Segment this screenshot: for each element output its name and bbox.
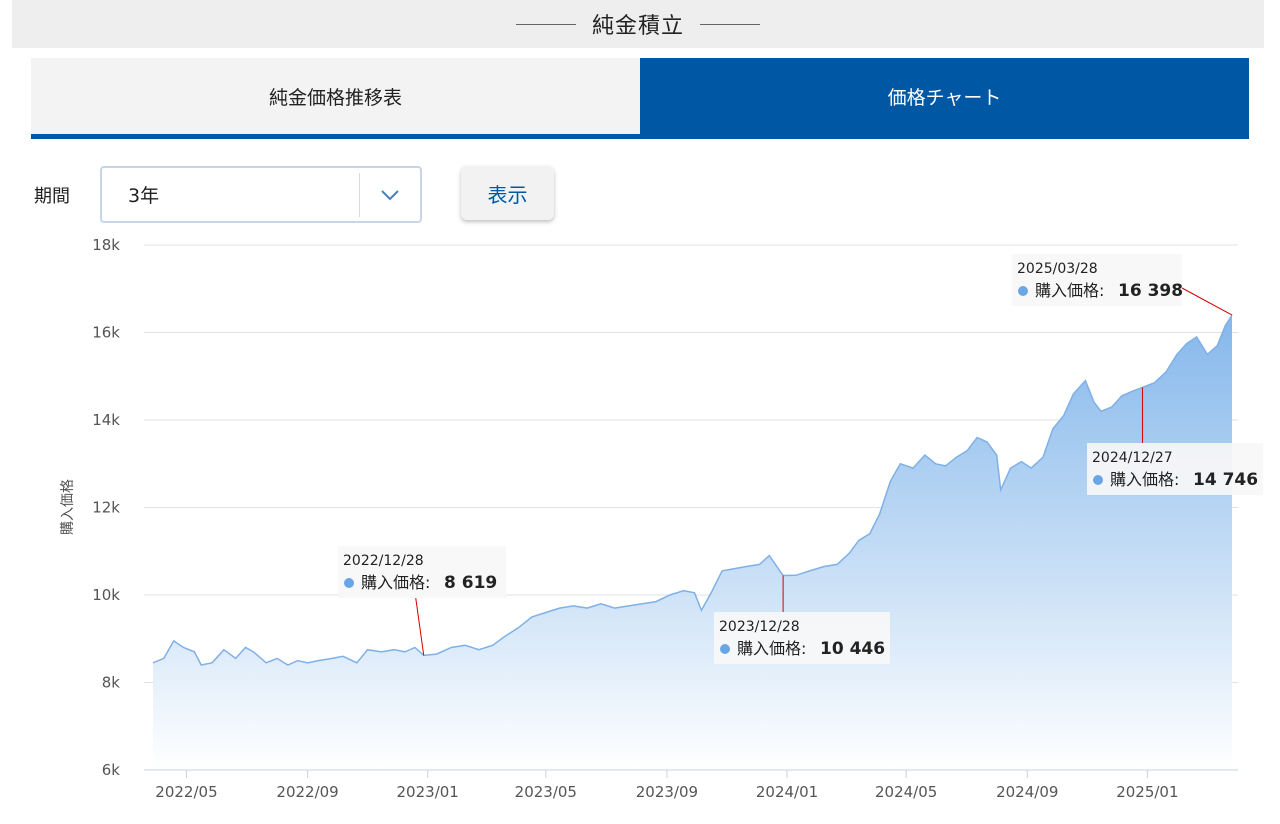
y-tick-label: 14k <box>92 411 120 429</box>
x-tick-label: 2022/09 <box>276 783 338 801</box>
y-tick-label: 10k <box>92 586 120 604</box>
tooltip: 2022/12/28 購入価格: 8 619 <box>338 546 506 656</box>
x-tick-label: 2024/09 <box>996 783 1058 801</box>
tooltip-value: 14 746 <box>1193 470 1258 490</box>
y-tick-label: 18k <box>92 236 120 254</box>
area-layer <box>152 314 1233 770</box>
tooltip-label: 購入価格: <box>361 573 430 592</box>
series-dot-icon <box>720 644 730 654</box>
tooltip-value: 10 446 <box>820 639 885 659</box>
y-tick-label: 12k <box>92 499 120 517</box>
tooltip-date: 2025/03/28 <box>1017 261 1098 277</box>
tooltip-value: 8 619 <box>444 573 497 593</box>
tooltip-date: 2022/12/28 <box>343 553 424 569</box>
series-dot-icon <box>344 578 354 588</box>
tooltip-date: 2023/12/28 <box>719 619 800 635</box>
x-tick-label: 2022/05 <box>155 783 217 801</box>
y-tick-label: 6k <box>102 761 121 779</box>
series-dot-icon <box>1018 286 1028 296</box>
tooltip-label: 購入価格: <box>1110 470 1179 489</box>
y-tick-label: 8k <box>102 674 121 692</box>
tooltip-label: 購入価格: <box>737 639 806 658</box>
x-tick-label: 2023/05 <box>515 783 577 801</box>
y-axis-label: 購入価格 <box>60 479 76 535</box>
tooltip-leader-line <box>1181 287 1233 316</box>
y-tick-label: 16k <box>92 324 120 342</box>
x-tick-label: 2024/05 <box>875 783 937 801</box>
x-tick-label: 2025/01 <box>1116 783 1178 801</box>
price-chart: 6k 8k 10k 12k 14k 16k 18k 2022/05 2022/09 2023/01… <box>60 236 1263 801</box>
tooltip-label: 購入価格: <box>1035 281 1104 300</box>
price-area <box>153 315 1232 770</box>
tooltip-date: 2024/12/27 <box>1092 450 1173 466</box>
series-dot-icon <box>1093 475 1103 485</box>
x-tick-label: 2024/01 <box>756 783 818 801</box>
tooltip-leader-line <box>415 597 425 656</box>
x-tick-label: 2023/09 <box>636 783 698 801</box>
tooltip: 2025/03/28 購入価格: 16 398 <box>1012 254 1233 316</box>
tooltip-value: 16 398 <box>1118 281 1183 301</box>
x-tick-label: 2023/01 <box>397 783 459 801</box>
